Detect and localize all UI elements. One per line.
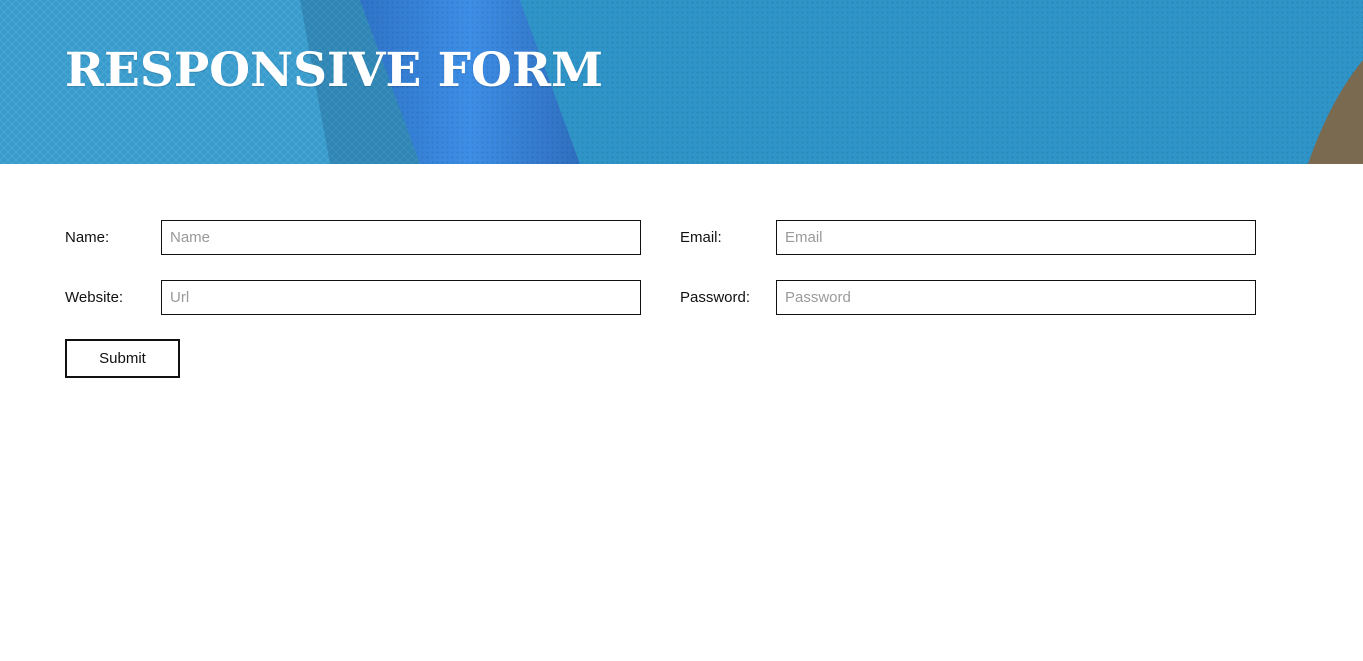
name-label: Name:: [65, 229, 110, 246]
password-label: Password:: [680, 289, 751, 306]
header-banner: RESPONSIVE FORM: [0, 0, 1363, 164]
submit-button[interactable]: Submit: [65, 339, 180, 378]
email-input[interactable]: [776, 220, 1256, 255]
name-input[interactable]: [161, 220, 641, 255]
website-input[interactable]: [161, 280, 641, 315]
page-title: RESPONSIVE FORM: [65, 43, 604, 98]
email-label: Email:: [680, 229, 722, 246]
website-label: Website:: [65, 289, 124, 306]
password-input[interactable]: [776, 280, 1256, 315]
